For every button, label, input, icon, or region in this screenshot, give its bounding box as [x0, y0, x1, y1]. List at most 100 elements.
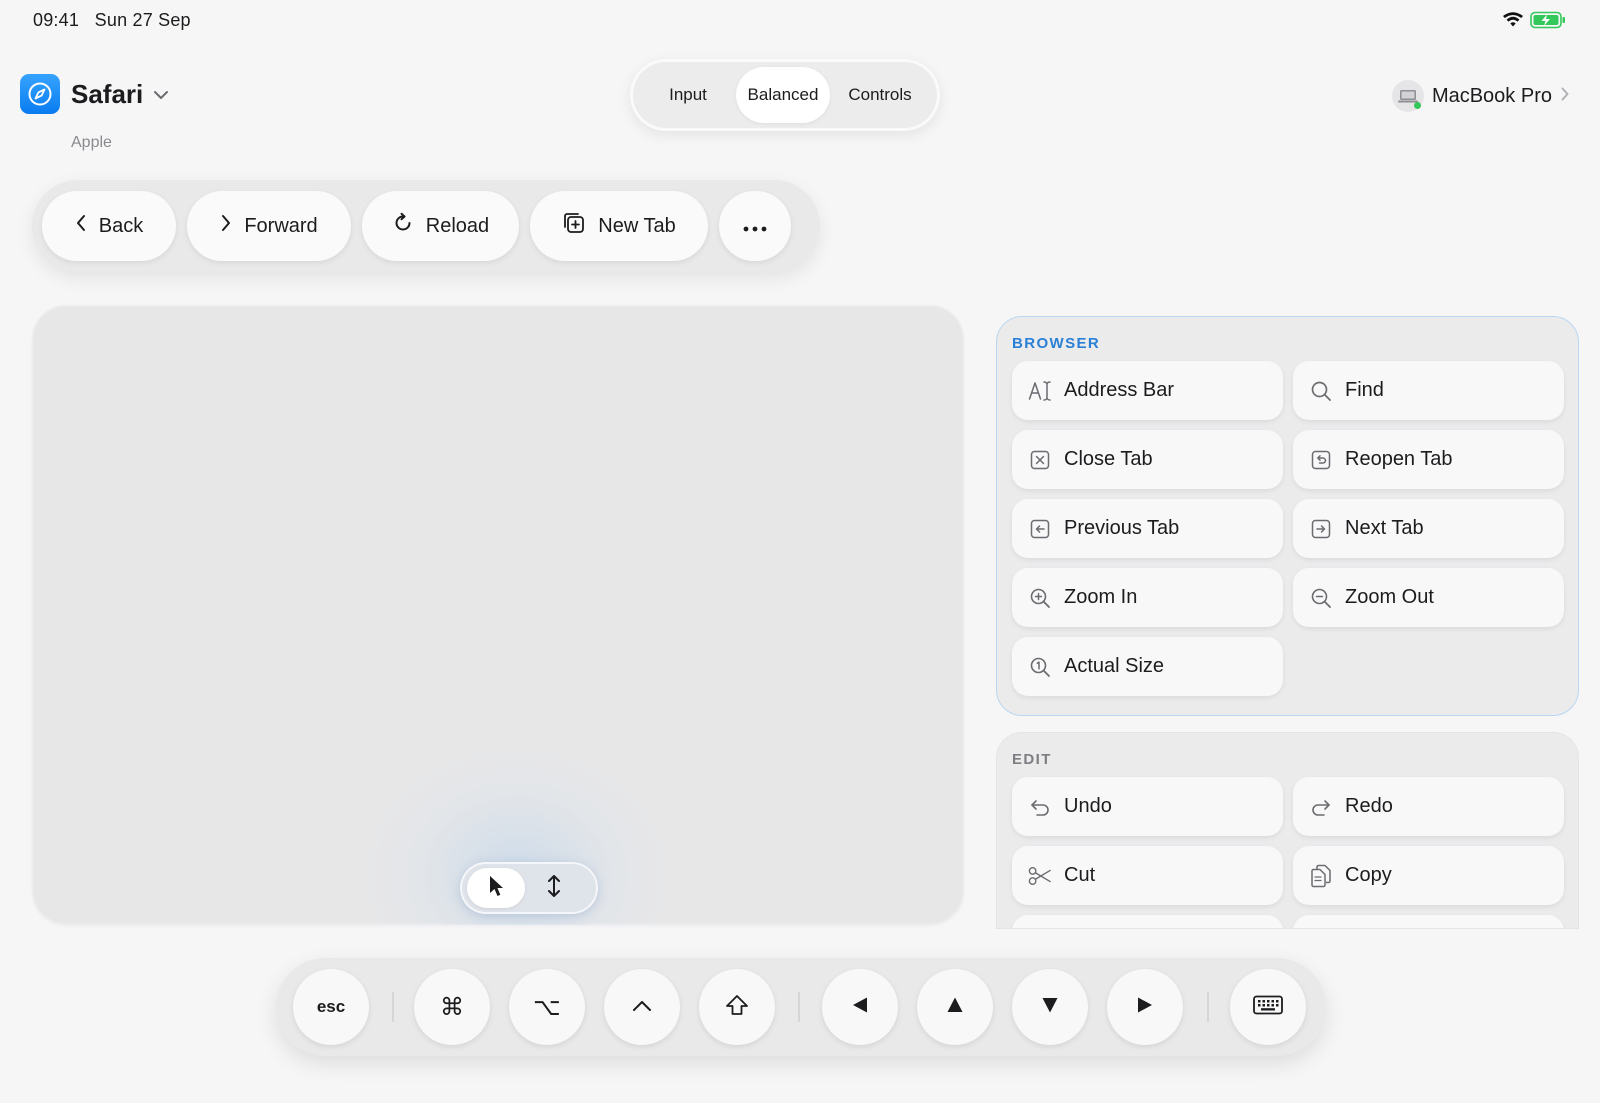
navigation-toolbar: Back Forward Reload New Tab: [32, 180, 820, 272]
command-key[interactable]: ⌘: [414, 969, 490, 1045]
redo-button[interactable]: Redo: [1293, 777, 1564, 836]
down-arrow-key[interactable]: [1012, 969, 1088, 1045]
down-arrow-icon: [1041, 996, 1059, 1019]
previous-tab-label: Previous Tab: [1064, 517, 1180, 539]
device-selector[interactable]: MacBook Pro: [1391, 80, 1570, 112]
zoom-out-button[interactable]: Zoom Out: [1293, 568, 1564, 627]
segment-input[interactable]: Input: [640, 67, 736, 123]
undo-label: Undo: [1064, 795, 1112, 817]
right-arrow-key[interactable]: [1107, 969, 1183, 1045]
arrow-left-square-icon: [1028, 517, 1052, 541]
previous-tab-button[interactable]: Previous Tab: [1012, 499, 1283, 558]
reload-icon: [392, 212, 414, 240]
zoom-out-icon: [1309, 586, 1333, 610]
edit-action-partial-left[interactable]: [1012, 915, 1283, 928]
up-arrow-icon: [946, 996, 964, 1019]
option-key[interactable]: ⌥: [509, 969, 585, 1045]
app-title: Safari: [71, 78, 144, 109]
reopen-tab-label: Reopen Tab: [1345, 448, 1453, 470]
chevron-left-icon: [75, 214, 87, 238]
pointer-mode-button[interactable]: [467, 868, 525, 908]
separator: [798, 992, 800, 1022]
copy-button[interactable]: Copy: [1293, 846, 1564, 905]
reload-button[interactable]: Reload: [362, 191, 519, 261]
online-status-dot: [1413, 102, 1421, 109]
zoom-in-label: Zoom In: [1064, 586, 1138, 608]
actual-size-label: Actual Size: [1064, 655, 1165, 677]
forward-button[interactable]: Forward: [187, 191, 351, 261]
actual-size-button[interactable]: Actual Size: [1012, 637, 1283, 696]
app-developer: Apple: [71, 134, 112, 151]
forward-label: Forward: [244, 214, 318, 237]
reopen-tab-button[interactable]: Reopen Tab: [1293, 430, 1564, 489]
redo-icon: [1309, 795, 1333, 819]
scroll-arrows-icon: [546, 874, 562, 903]
chevron-right-icon: [220, 214, 232, 238]
zoom-in-button[interactable]: Zoom In: [1012, 568, 1283, 627]
copy-icon: [1309, 864, 1333, 888]
reopen-square-icon: [1309, 448, 1333, 472]
back-label: Back: [98, 214, 144, 237]
edit-action-partial-right[interactable]: [1293, 915, 1564, 928]
left-arrow-key[interactable]: [822, 969, 898, 1045]
keyboard-icon: [1253, 995, 1283, 1020]
new-tab-icon: [562, 211, 586, 241]
address-bar-button[interactable]: Address Bar: [1012, 361, 1283, 420]
segment-controls[interactable]: Controls: [830, 67, 930, 123]
shift-key[interactable]: [699, 969, 775, 1045]
app-header[interactable]: Safari: [20, 74, 169, 114]
trackpad-area[interactable]: [32, 305, 964, 925]
laptop-icon: [1391, 80, 1424, 112]
segment-balanced[interactable]: Balanced: [736, 67, 830, 123]
status-time: 09:41: [33, 10, 80, 30]
copy-label: Copy: [1345, 864, 1392, 886]
actual-size-icon: [1028, 655, 1052, 679]
status-bar-indicators: [1502, 11, 1566, 34]
reload-label: Reload: [425, 214, 490, 237]
keyboard-shortcut-bar: esc ⌘ ⌥: [276, 958, 1326, 1056]
search-icon: [1309, 379, 1333, 403]
edit-panel-title: EDIT: [1012, 751, 1052, 768]
close-tab-label: Close Tab: [1064, 448, 1153, 470]
status-date: Sun 27 Sep: [94, 10, 191, 30]
arrow-right-square-icon: [1309, 517, 1333, 541]
redo-label: Redo: [1345, 795, 1393, 817]
more-button[interactable]: [719, 191, 791, 261]
next-tab-button[interactable]: Next Tab: [1293, 499, 1564, 558]
shift-icon: [725, 994, 749, 1021]
esc-label: esc: [316, 997, 346, 1016]
right-arrow-icon: [1136, 996, 1154, 1019]
cursor-arrow-icon: [487, 874, 505, 903]
browser-panel: BROWSER Address Bar Find Close Tab Reope…: [996, 316, 1579, 716]
close-square-icon: [1028, 448, 1052, 472]
battery-charging-icon: [1530, 11, 1566, 34]
scroll-mode-button[interactable]: [525, 868, 583, 908]
close-tab-button[interactable]: Close Tab: [1012, 430, 1283, 489]
keyboard-toggle-key[interactable]: [1230, 969, 1306, 1045]
text-cursor-icon: [1028, 379, 1052, 403]
back-button[interactable]: Back: [42, 191, 176, 261]
control-key[interactable]: [604, 969, 680, 1045]
status-bar-time: 09:41 Sun 27 Sep: [33, 10, 191, 31]
chevron-right-icon: [1560, 85, 1570, 108]
pointer-scroll-toggle: [460, 862, 598, 914]
find-button[interactable]: Find: [1293, 361, 1564, 420]
chevron-down-icon[interactable]: [153, 87, 169, 105]
next-tab-label: Next Tab: [1345, 517, 1424, 539]
undo-icon: [1028, 795, 1052, 819]
zoom-out-label: Zoom Out: [1345, 586, 1434, 608]
up-arrow-key[interactable]: [917, 969, 993, 1045]
left-arrow-icon: [851, 996, 869, 1019]
new-tab-label: New Tab: [598, 214, 676, 237]
esc-key[interactable]: esc: [293, 969, 369, 1045]
compass-icon: [20, 74, 60, 114]
mode-segmented-control: Input Balanced Controls: [630, 59, 940, 131]
edit-panel: EDIT Undo Redo Cut Copy: [996, 732, 1579, 929]
new-tab-button[interactable]: New Tab: [530, 191, 708, 261]
command-icon: ⌘: [440, 993, 464, 1021]
scissors-icon: [1028, 864, 1052, 888]
undo-button[interactable]: Undo: [1012, 777, 1283, 836]
cut-button[interactable]: Cut: [1012, 846, 1283, 905]
separator: [392, 992, 394, 1022]
separator: [1207, 992, 1209, 1022]
